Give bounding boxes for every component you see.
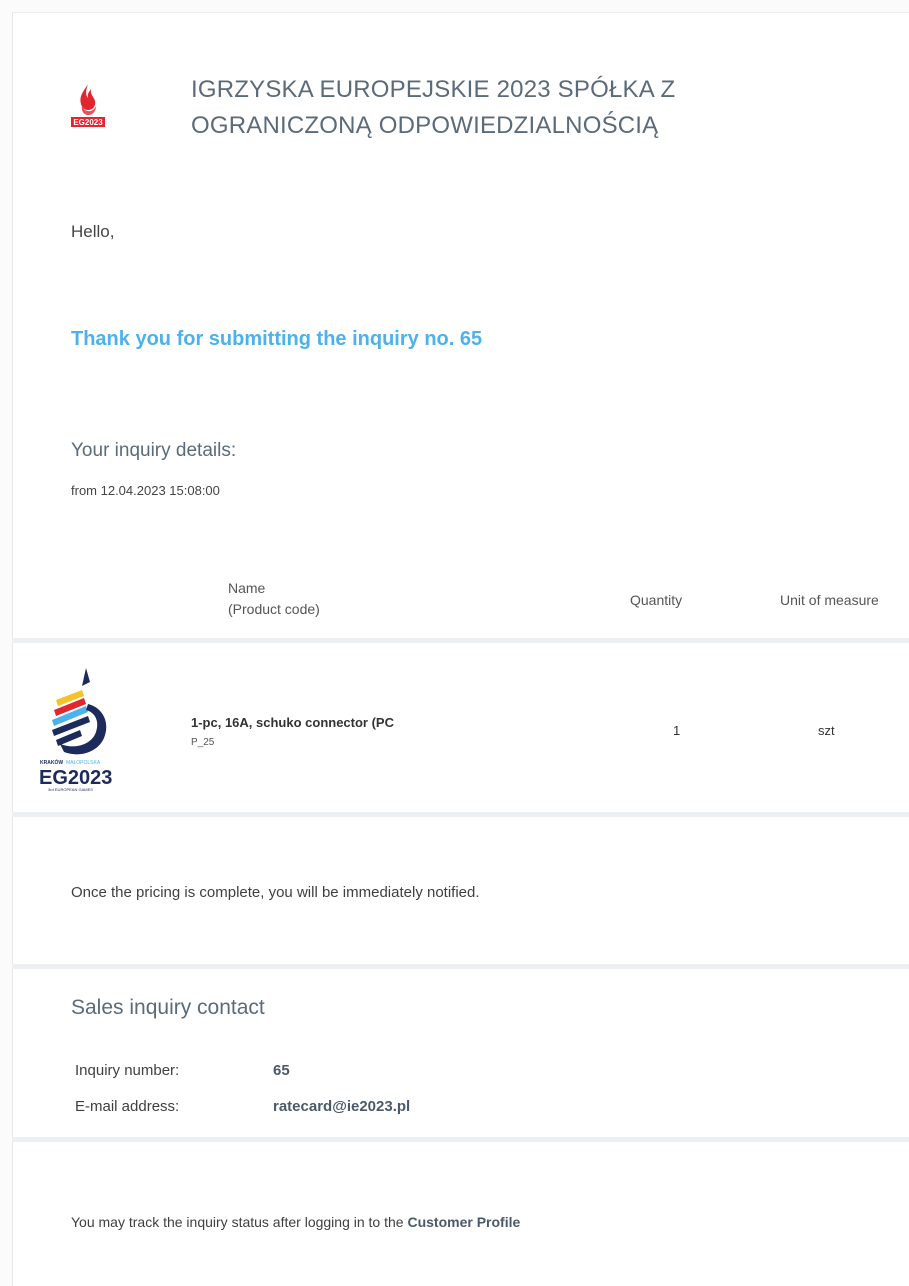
organization-name-line2: OGRANICZONĄ ODPOWIEDZIALNOŚCIĄ: [191, 112, 659, 139]
inquiry-number-label: Inquiry number:: [75, 1062, 180, 1079]
product-logo-brand: EG2023: [39, 767, 112, 789]
product-logo-sub: 3rd EUROPEAN GAMES: [48, 787, 93, 792]
product-name: 1-pc, 16A, schuko connector (PC: [191, 715, 394, 730]
column-header-unit: Unit of measure: [780, 592, 879, 608]
thanks-heading: Thank you for submitting the inquiry no.…: [71, 328, 483, 350]
footer-divider: [12, 1137, 909, 1142]
product-quantity: 1: [673, 723, 681, 738]
organization-name-line1: IGRZYSKA EUROPEJSKIE 2023 SPÓŁKA Z: [191, 76, 676, 103]
product-logo-city: KRAKÓW: [40, 758, 63, 766]
column-header-code-label: (Product code): [228, 601, 320, 617]
track-status-text: You may track the inquiry status after l…: [71, 1214, 520, 1230]
product-logo-region: MAŁOPOLSKA: [66, 760, 101, 766]
table-bottom-divider: [12, 812, 909, 817]
organization-logo: EG2023: [71, 84, 105, 127]
contact-title: Sales inquiry contact: [71, 996, 265, 1019]
track-status-label: You may track the inquiry status after l…: [71, 1214, 404, 1230]
inquiry-details-title: Your inquiry details:: [71, 440, 237, 461]
organization-logo-text: EG2023: [73, 118, 103, 127]
eg2023-logo: [52, 668, 107, 755]
greeting: Hello,: [71, 222, 115, 241]
column-header-quantity: Quantity: [630, 592, 683, 608]
inquiry-details-date: from 12.04.2023 15:08:00: [71, 483, 220, 498]
email-card: [12, 12, 909, 1286]
product-unit: szt: [818, 723, 835, 738]
inquiry-number-value: 65: [273, 1062, 290, 1079]
contact-divider: [12, 964, 909, 969]
email-address-label: E-mail address:: [75, 1098, 180, 1115]
email-address-value[interactable]: ratecard@ie2023.pl: [273, 1098, 410, 1115]
product-code: P_25: [191, 737, 215, 748]
customer-profile-link[interactable]: Customer Profile: [407, 1214, 520, 1230]
pricing-notice: Once the pricing is complete, you will b…: [71, 884, 480, 901]
column-header-name-label: Name: [228, 580, 266, 596]
product-image: KRAKÓW MAŁOPOLSKA EG2023 3rd EUROPEAN GA…: [39, 668, 112, 792]
organization-name: IGRZYSKA EUROPEJSKIE 2023 SPÓŁKA Z OGRAN…: [191, 72, 891, 144]
table-header-divider: [12, 638, 909, 643]
column-header-name: Name (Product code): [228, 578, 320, 620]
